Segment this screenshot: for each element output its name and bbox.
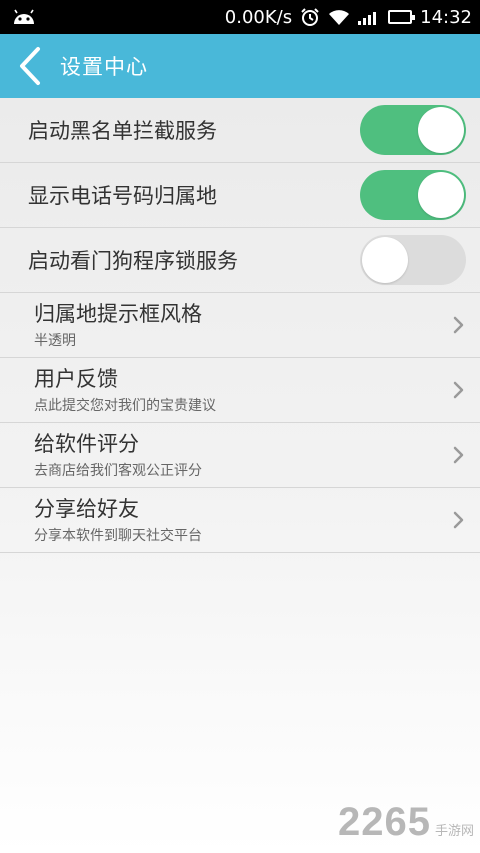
toggle-list: 启动黑名单拦截服务 显示电话号码归属地 启动看门狗程序锁服务 xyxy=(0,98,480,293)
watermark-logo: 2265 手游网 xyxy=(338,800,474,845)
chevron-right-icon xyxy=(453,446,464,464)
watermark-number: 2265 xyxy=(338,800,431,844)
row-label: 启动黑名单拦截服务 xyxy=(28,119,217,143)
row-label: 启动看门狗程序锁服务 xyxy=(28,249,238,273)
blacklist-toggle[interactable] xyxy=(360,105,466,155)
item-subtitle: 分享本软件到聊天社交平台 xyxy=(34,527,202,544)
toggle-knob xyxy=(418,172,464,218)
item-subtitle: 点此提交您对我们的宝贵建议 xyxy=(34,397,216,414)
item-title: 给软件评分 xyxy=(34,431,139,456)
list-item-style[interactable]: 归属地提示框风格 半透明 xyxy=(0,293,480,358)
clock: 14:32 xyxy=(420,6,472,28)
android-icon xyxy=(12,8,36,26)
toggle-knob xyxy=(362,237,408,283)
network-speed: 0.00K/s xyxy=(224,6,293,28)
wifi-icon xyxy=(328,8,350,26)
item-title: 分享给好友 xyxy=(34,496,139,521)
status-bar: 0.00K/s 14:32 xyxy=(0,0,480,34)
watermark-text: 手游网 xyxy=(434,824,474,839)
list-item-share[interactable]: 分享给好友 分享本软件到聊天社交平台 xyxy=(0,488,480,553)
item-subtitle: 去商店给我们客观公正评分 xyxy=(34,462,202,479)
item-title: 归属地提示框风格 xyxy=(34,301,202,326)
settings-row-location[interactable]: 显示电话号码归属地 xyxy=(0,163,480,228)
settings-row-blacklist[interactable]: 启动黑名单拦截服务 xyxy=(0,98,480,163)
alarm-icon xyxy=(300,7,320,27)
signal-icon xyxy=(358,9,380,25)
back-button[interactable] xyxy=(0,34,60,98)
chevron-right-icon xyxy=(453,316,464,334)
page-title: 设置中心 xyxy=(60,55,148,79)
toggle-knob xyxy=(418,107,464,153)
chevron-right-icon xyxy=(453,511,464,529)
item-title: 用户反馈 xyxy=(34,366,118,391)
settings-row-watchdog[interactable]: 启动看门狗程序锁服务 xyxy=(0,228,480,293)
list-item-feedback[interactable]: 用户反馈 点此提交您对我们的宝贵建议 xyxy=(0,358,480,423)
battery-icon xyxy=(388,10,416,24)
list-item-rate[interactable]: 给软件评分 去商店给我们客观公正评分 xyxy=(0,423,480,488)
location-toggle[interactable] xyxy=(360,170,466,220)
title-bar: 设置中心 xyxy=(0,34,480,98)
item-list: 归属地提示框风格 半透明 用户反馈 点此提交您对我们的宝贵建议 给软件评分 去商… xyxy=(0,293,480,553)
item-subtitle: 半透明 xyxy=(34,332,76,349)
row-label: 显示电话号码归属地 xyxy=(28,184,217,208)
chevron-right-icon xyxy=(453,381,464,399)
watchdog-toggle[interactable] xyxy=(360,235,466,285)
chevron-left-icon xyxy=(20,47,40,85)
